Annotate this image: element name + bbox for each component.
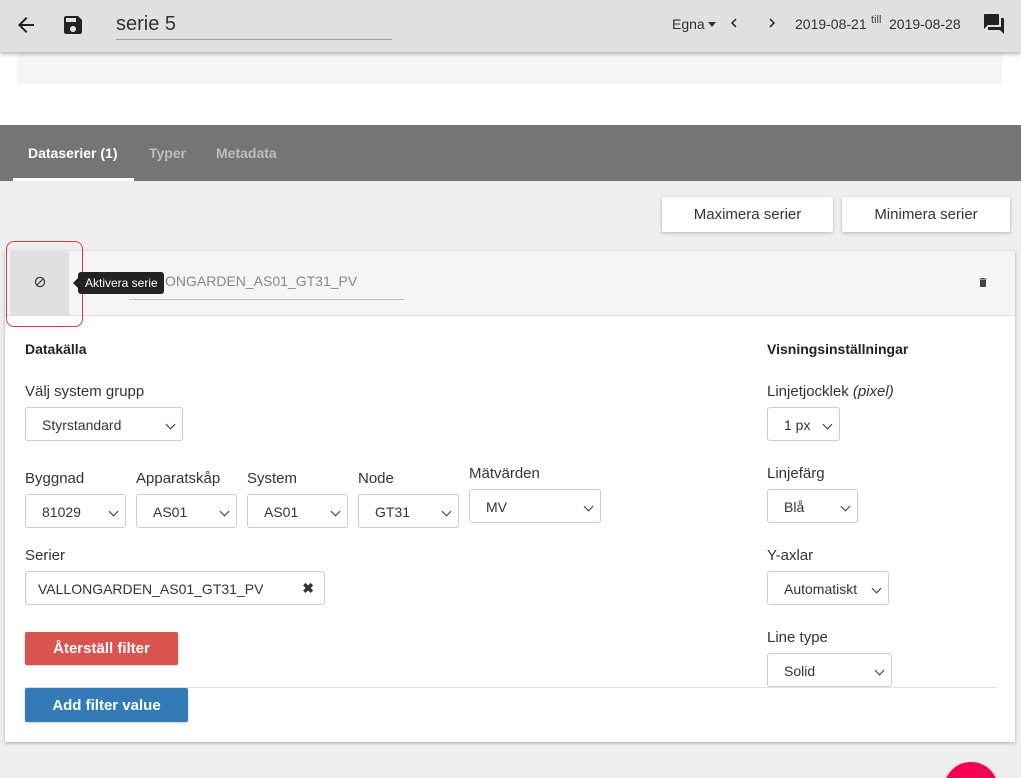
y-axes-select[interactable]: Automatiskt bbox=[767, 571, 889, 605]
series-name-input[interactable]: ONGARDEN_AS01_GT31_PV bbox=[129, 273, 404, 300]
line-width-label-row: Linjetjocklek (pixel) bbox=[767, 383, 894, 400]
maximize-series-button[interactable]: Maximera serier bbox=[662, 197, 833, 232]
filter-value-byggnad: 81029 bbox=[42, 504, 81, 520]
filter-select-matvarden[interactable]: MV bbox=[469, 489, 601, 523]
line-type-value: Solid bbox=[784, 663, 816, 679]
y-axes-value: Automatiskt bbox=[784, 581, 858, 597]
line-type-label: Line type bbox=[767, 629, 828, 646]
tab-dataserier[interactable]: Dataserier (1) bbox=[28, 145, 118, 161]
chevron-down-icon bbox=[871, 583, 882, 594]
chevron-down-icon bbox=[108, 506, 119, 517]
filter-label-system: System bbox=[247, 470, 298, 487]
line-color-label: Linjefärg bbox=[767, 465, 825, 482]
add-filter-value-button[interactable]: Add filter value bbox=[25, 688, 188, 722]
series-chip-label: VALLONGARDEN_AS01_GT31_PV bbox=[38, 581, 264, 597]
filter-value-system: AS01 bbox=[264, 504, 299, 520]
filter-label-matvarden: Mätvärden bbox=[469, 465, 540, 482]
highlight-frame bbox=[6, 241, 83, 327]
filter-select-apparatskap[interactable]: AS01 bbox=[136, 494, 237, 528]
chevron-down-icon bbox=[840, 501, 851, 512]
filter-select-byggnad[interactable]: 81029 bbox=[25, 494, 126, 528]
line-type-select[interactable]: Solid bbox=[767, 653, 892, 687]
line-width-select[interactable]: 1 px bbox=[767, 407, 840, 441]
caret-down-icon bbox=[707, 21, 716, 27]
range-dropdown-label: Egna bbox=[672, 16, 705, 32]
activate-series-tooltip: Aktivera serie bbox=[73, 272, 164, 294]
series-label: Serier bbox=[25, 547, 66, 564]
series-card: ONGARDEN_AS01_GT31_PV Datakälla Välj sys… bbox=[5, 251, 1015, 742]
datasource-heading: Datakälla bbox=[25, 341, 87, 357]
filter-label-byggnad: Byggnad bbox=[25, 470, 85, 487]
line-width-unit: (pixel) bbox=[852, 383, 894, 400]
line-color-select[interactable]: Blå bbox=[767, 489, 858, 523]
add-series-fab[interactable] bbox=[944, 762, 998, 778]
chart-placeholder bbox=[17, 52, 1002, 84]
trash-icon[interactable] bbox=[977, 276, 989, 289]
minimize-series-button[interactable]: Minimera serier bbox=[842, 197, 1010, 232]
save-icon[interactable] bbox=[61, 13, 85, 37]
active-tab-indicator bbox=[13, 178, 134, 181]
filter-value-matvarden: MV bbox=[486, 499, 507, 515]
tab-bar: Dataserier (1) Typer Metadata bbox=[0, 125, 1021, 181]
chevron-down-icon bbox=[165, 419, 176, 430]
filter-value-apparatskap: AS01 bbox=[153, 504, 188, 520]
y-axes-label: Y-axlar bbox=[767, 547, 814, 564]
app-bar: serie 5 Egna 2019-08-21 till 2019-08-28 bbox=[0, 0, 1021, 52]
chevron-down-icon bbox=[219, 506, 230, 517]
series-multiselect[interactable]: VALLONGARDEN_AS01_GT31_PV ✖ bbox=[25, 571, 325, 605]
system-group-label: Välj system grupp bbox=[25, 383, 145, 400]
filter-select-node[interactable]: GT31 bbox=[358, 494, 459, 528]
chevron-down-icon bbox=[822, 419, 833, 430]
system-group-value: Styrstandard bbox=[42, 417, 122, 433]
line-width-value: 1 px bbox=[784, 417, 811, 433]
filter-select-system[interactable]: AS01 bbox=[247, 494, 348, 528]
filter-value-node: GT31 bbox=[375, 504, 411, 520]
range-dropdown[interactable]: Egna bbox=[672, 16, 716, 32]
system-group-select[interactable]: Styrstandard bbox=[25, 407, 183, 441]
chevron-right-icon[interactable] bbox=[763, 14, 781, 32]
filter-label-apparatskap: Apparatskåp bbox=[136, 470, 221, 487]
filter-label-node: Node bbox=[358, 470, 394, 487]
chart-area bbox=[0, 52, 1021, 125]
chevron-down-icon bbox=[583, 501, 594, 512]
tab-typer[interactable]: Typer bbox=[149, 145, 186, 161]
chat-icon[interactable] bbox=[982, 12, 1006, 36]
close-icon[interactable]: ✖ bbox=[302, 580, 314, 597]
date-to[interactable]: 2019-08-28 bbox=[889, 16, 961, 32]
tab-metadata[interactable]: Metadata bbox=[216, 145, 277, 161]
display-settings-heading: Visningsinställningar bbox=[767, 341, 909, 357]
date-from[interactable]: 2019-08-21 bbox=[795, 16, 867, 32]
series-title-input[interactable]: serie 5 bbox=[116, 10, 392, 40]
chevron-down-icon bbox=[330, 506, 341, 517]
reset-filter-button[interactable]: Återställ filter bbox=[25, 632, 178, 665]
date-separator: till bbox=[871, 14, 882, 26]
chevron-down-icon bbox=[874, 665, 885, 676]
line-color-value: Blå bbox=[784, 499, 805, 515]
chevron-left-icon[interactable] bbox=[725, 14, 743, 32]
chevron-down-icon bbox=[441, 506, 452, 517]
arrow-back-icon[interactable] bbox=[14, 13, 38, 37]
line-width-label: Linjetjocklek bbox=[767, 383, 849, 400]
